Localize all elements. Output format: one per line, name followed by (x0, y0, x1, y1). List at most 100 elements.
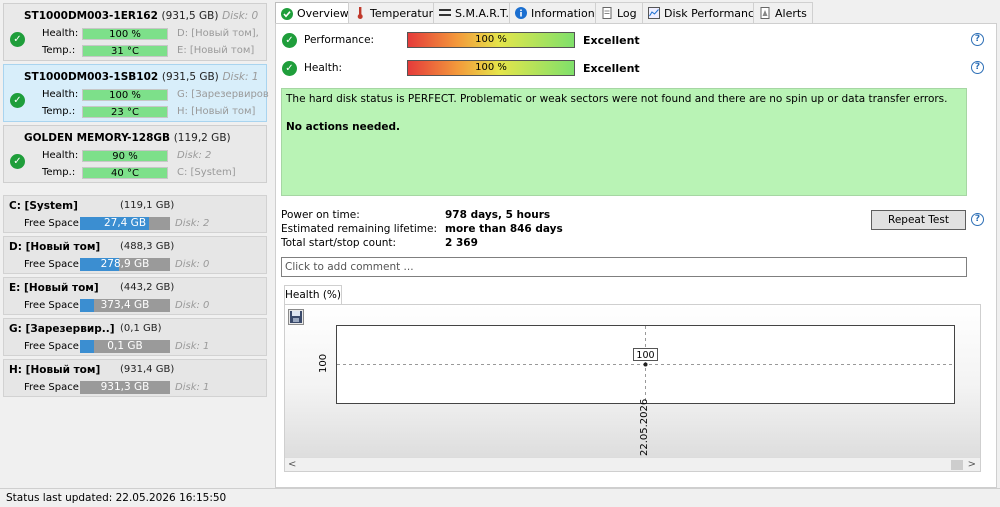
performance-icon (648, 7, 660, 19)
partition-item[interactable]: D: [Новый том] (488,3 GB) Free Space 278… (3, 236, 267, 274)
save-icon[interactable] (288, 309, 304, 325)
thermometer-icon (354, 7, 366, 19)
partition-info: D: [Новый том], (177, 28, 259, 39)
temp-bar: 31 °C (82, 45, 168, 57)
tab-health-chart[interactable]: Health (%) (284, 285, 342, 305)
partition-disk: Disk: 0 (175, 300, 210, 311)
info-icon (515, 7, 527, 19)
tab-information[interactable]: Information (509, 2, 601, 23)
partition-size: (0,1 GB) (120, 323, 162, 334)
help-icon[interactable]: ? (971, 213, 984, 226)
free-space-value: 373,4 GB (100, 299, 150, 311)
tab-label: Alerts (775, 6, 807, 20)
partition-list: C: [System] (119,1 GB) Free Space 27,4 G… (3, 195, 267, 405)
status-text: The hard disk status is PERFECT. Problem… (286, 93, 948, 105)
check-icon: ✓ (10, 32, 25, 47)
free-space-value: 27,4 GB (103, 217, 147, 229)
lifetime-label: Estimated remaining lifetime: (281, 223, 437, 235)
disk-title: ST1000DM003-1SB102 (931,5 GB) Disk: 1 (24, 71, 259, 83)
temp-label: Temp.: (42, 45, 76, 56)
health-label: Health: (304, 62, 343, 74)
comment-input[interactable]: Click to add comment ... (281, 257, 967, 277)
partition-item[interactable]: H: [Новый том] (931,4 GB) Free Space 931… (3, 359, 267, 397)
partition-name: D: [Новый том] (9, 241, 101, 253)
status-bar: Status last updated: 22.05.2026 16:15:50 (0, 488, 1000, 507)
status-action-text: No actions needed. (286, 121, 401, 133)
help-icon[interactable]: ? (971, 33, 984, 46)
disk-index: Disk: 0 (222, 10, 259, 22)
temp-bar: 40 °C (82, 167, 168, 179)
free-space-bar: 0,1 GB (80, 340, 170, 353)
partition-info: E: [Новый том] (177, 45, 255, 56)
tab-label: S.M.A.R.T. (455, 6, 509, 20)
help-icon[interactable]: ? (971, 61, 984, 74)
free-space-label: Free Space (24, 259, 79, 270)
disk-card-2[interactable]: GOLDEN MEMORY-128GB (119,2 GB) ✓ Health:… (3, 125, 267, 183)
free-space-label: Free Space (24, 300, 79, 311)
check-icon: ✓ (282, 61, 297, 76)
partition-name: C: [System] (9, 200, 78, 212)
tab-label: Temperature (370, 6, 440, 20)
partition-disk: Disk: 1 (175, 382, 210, 393)
smart-icon (439, 7, 451, 19)
health-label: Health: (42, 89, 79, 100)
plot-area: 100 (336, 325, 955, 404)
scroll-right-icon[interactable]: > (968, 458, 976, 472)
partition-size: (119,1 GB) (120, 200, 175, 211)
overview-panel: ✓ Performance: 100 % Excellent ? ✓ Healt… (275, 23, 997, 488)
free-space-value: 931,3 GB (100, 381, 150, 393)
partition-name: G: [Зарезервир..] (9, 323, 115, 335)
tab-label: Overview (297, 7, 349, 20)
partition-item[interactable]: C: [System] (119,1 GB) Free Space 27,4 G… (3, 195, 267, 233)
tab-temperature[interactable]: Temperature (348, 2, 446, 23)
lifetime-value: more than 846 days (445, 223, 563, 235)
health-label: Health: (42, 28, 79, 39)
disk-name: ST1000DM003-1ER162 (24, 10, 158, 22)
x-tick-label: 22.05.2026 (638, 398, 650, 456)
partition-size: (931,4 GB) (120, 364, 175, 375)
performance-label: Performance: (304, 34, 375, 46)
scroll-left-icon[interactable]: < (288, 458, 296, 472)
status-message-box: The hard disk status is PERFECT. Problem… (281, 88, 967, 196)
disk-title: ST1000DM003-1ER162 (931,5 GB) Disk: 0 (24, 10, 258, 22)
disk-index: Disk: 1 (222, 71, 259, 83)
tab-overview[interactable]: Overview (275, 2, 355, 24)
free-space-bar: 278,9 GB (80, 258, 170, 271)
partition-name: H: [Новый том] (9, 364, 101, 376)
tab-bar: Overview Temperature S.M.A.R.T. Informat… (275, 2, 1000, 24)
free-space-value: 0,1 GB (107, 340, 143, 352)
performance-gauge: 100 % (407, 32, 575, 48)
partition-info: C: [System] (177, 167, 236, 178)
scroll-thumb[interactable] (951, 460, 963, 470)
alerts-icon (759, 7, 771, 19)
partition-name: E: [Новый том] (9, 282, 99, 294)
tab-label: Log (617, 6, 637, 20)
health-label: Health: (42, 150, 79, 161)
plot-svg: 100 (337, 326, 954, 403)
free-space-bar: 931,3 GB (80, 381, 170, 394)
partition-item[interactable]: E: [Новый том] (443,2 GB) Free Space 373… (3, 277, 267, 315)
left-panel: ST1000DM003-1ER162 (931,5 GB) Disk: 0 ✓ … (0, 0, 270, 488)
power-on-value: 978 days, 5 hours (445, 209, 551, 221)
horizontal-scrollbar[interactable]: < > (285, 457, 980, 471)
disk-size: (931,5 GB) (161, 71, 219, 83)
health-bar: 100 % (82, 89, 168, 101)
tab-smart[interactable]: S.M.A.R.T. (433, 2, 515, 23)
partition-info: G: [Зарезервирован (177, 89, 269, 100)
y-tick-label: 100 (318, 353, 329, 373)
disk-name: ST1000DM003-1SB102 (24, 71, 159, 83)
data-point (643, 362, 648, 367)
partition-item[interactable]: G: [Зарезервир..] (0,1 GB) Free Space 0,… (3, 318, 267, 356)
check-icon (281, 7, 293, 20)
free-space-value: 278,9 GB (100, 258, 150, 270)
log-icon (601, 7, 613, 19)
tab-log[interactable]: Log (595, 2, 643, 23)
check-icon: ✓ (10, 154, 25, 169)
disk-size: (931,5 GB) (161, 10, 219, 22)
repeat-test-button[interactable]: Repeat Test (871, 210, 966, 230)
disk-card-0[interactable]: ST1000DM003-1ER162 (931,5 GB) Disk: 0 ✓ … (3, 3, 267, 61)
tab-disk-performance[interactable]: Disk Performance (642, 2, 767, 23)
tab-alerts[interactable]: Alerts (753, 2, 813, 23)
disk-card-1[interactable]: ST1000DM003-1SB102 (931,5 GB) Disk: 1 ✓ … (3, 64, 269, 122)
health-gauge: 100 % (407, 60, 575, 76)
